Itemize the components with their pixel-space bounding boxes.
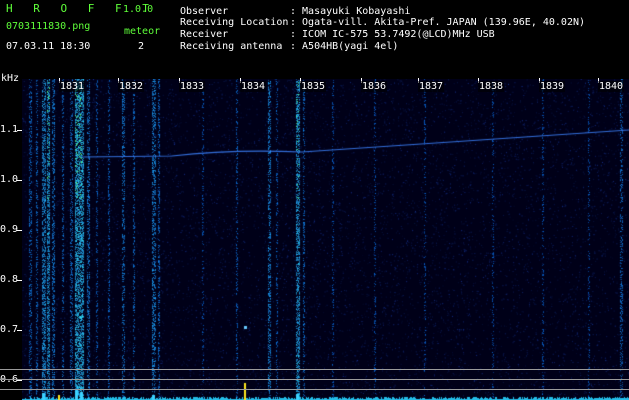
meteor-count: 2	[138, 41, 145, 52]
time-tick: 1840	[598, 81, 625, 92]
observer-label: Observer	[180, 6, 229, 17]
ytick-label: 0.8	[0, 274, 19, 285]
app-version: 1.0.0	[123, 4, 154, 15]
time-tick: 1839	[539, 81, 566, 92]
time-tick: 1833	[179, 81, 206, 92]
reference-line	[0, 379, 629, 380]
location-value: : Ogata-vill. Akita-Pref. JAPAN (139.96E…	[290, 17, 586, 28]
receiver-label: Receiver	[180, 29, 229, 40]
ytick-label: 1.0	[0, 174, 19, 185]
file-timestamp: 07.03.11 18:30	[6, 41, 91, 52]
antenna-value: : A504HB(yagi 4el)	[290, 41, 399, 52]
time-tick: 1834	[240, 81, 267, 92]
time-tick: 1838	[478, 81, 505, 92]
hroft-window: H R O F F T 1.0.0 0703111830.png meteor …	[0, 0, 629, 400]
spectrogram-area[interactable]	[22, 79, 629, 400]
ytick-label: 1.1	[0, 124, 19, 135]
reference-line	[0, 389, 629, 390]
spectrogram-canvas[interactable]	[22, 79, 629, 400]
frequency-unit: kHz	[1, 73, 20, 84]
time-tick: 1832	[118, 81, 145, 92]
meteor-label: meteor	[124, 26, 161, 37]
reference-line	[0, 369, 629, 370]
location-label: Receiving Location	[180, 17, 289, 28]
receiver-value: : ICOM IC-575 53.7492(@LCD)MHz USB	[290, 29, 495, 40]
time-tick: 1835	[300, 81, 327, 92]
time-tick: 1831	[59, 81, 86, 92]
time-tick: 1837	[418, 81, 445, 92]
time-tick: 1836	[361, 81, 388, 92]
observer-value: : Masayuki Kobayashi	[290, 6, 411, 17]
header-panel: H R O F F T 1.0.0 0703111830.png meteor …	[0, 0, 629, 78]
antenna-label: Receiving antenna	[180, 41, 283, 52]
ytick-label: 0.7	[0, 324, 19, 335]
file-name: 0703111830.png	[6, 21, 91, 32]
ytick-label: 0.9	[0, 224, 19, 235]
